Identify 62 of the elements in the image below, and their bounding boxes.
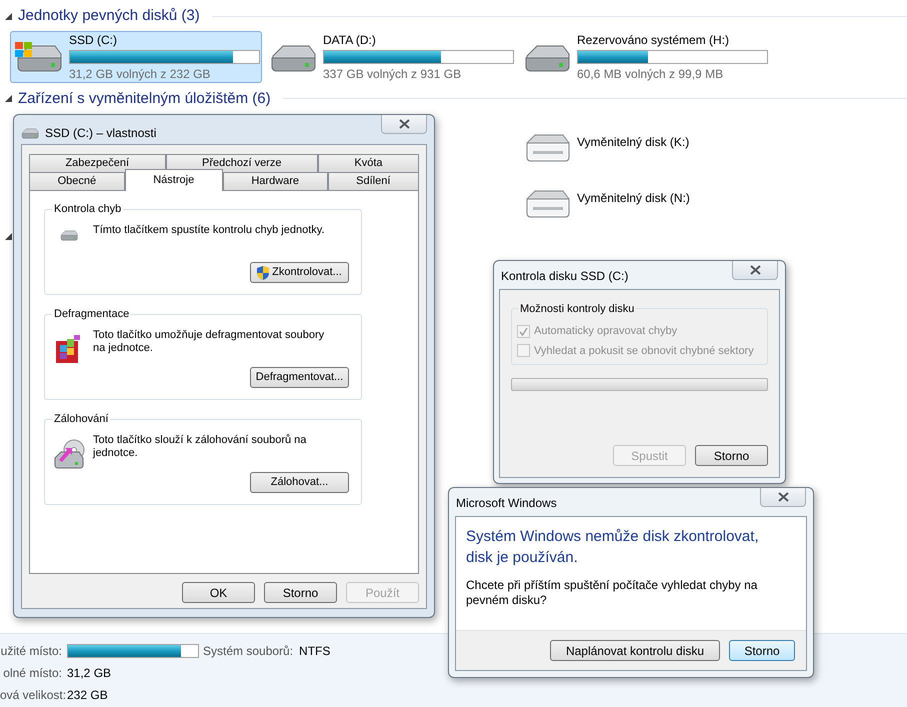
dialog-button[interactable]: OK xyxy=(182,582,255,603)
detail-label: olné místo: xyxy=(2,665,62,682)
group-title: Kontrola chyb xyxy=(52,201,124,218)
dialog-button[interactable]: Naplánovat kontrolu disku xyxy=(550,640,720,661)
action-button[interactable]: Zálohovat... xyxy=(250,472,349,493)
group-title: Defragmentace xyxy=(52,306,132,322)
window-title: Microsoft Windows xyxy=(456,495,557,512)
close-button[interactable] xyxy=(381,115,427,134)
group-description: Tímto tlačítkem spustíte kontrolu chyb jednotky. xyxy=(93,224,325,238)
group-title: Možnosti kontroly disku xyxy=(518,301,636,318)
close-icon xyxy=(750,265,760,275)
tab[interactable]: Nástroje xyxy=(124,169,223,191)
group-description: Toto tlačítko slouží k zálohování souborů na jednotce. xyxy=(93,434,308,461)
window-title: SSD (C:) – vlastnosti xyxy=(45,125,156,142)
drive-free-space: 31,2 GB volných z 232 GB xyxy=(69,66,212,82)
message-heading: Systém Windows nemůže disk zkontrolovat, disk je používán. xyxy=(466,527,760,568)
close-icon xyxy=(398,119,410,129)
detail-label: užité místo: xyxy=(0,643,62,660)
close-button[interactable] xyxy=(760,488,806,507)
detail-value: 31,2 GB xyxy=(67,665,112,682)
drive-free-space: 60,6 MB volných z 99,9 MB xyxy=(577,66,724,82)
dialog-button[interactable]: Storno xyxy=(264,582,337,603)
action-button[interactable]: Zkontrolovat... xyxy=(250,262,349,283)
dialog-button[interactable]: Storno xyxy=(695,445,768,466)
expand-triangle-icon xyxy=(5,12,12,20)
section-header[interactable]: Jednotky pevných disků (3) xyxy=(18,5,200,28)
section-header[interactable]: Zařízení s vyměnitelným úložištěm (6) xyxy=(18,88,271,110)
dialog-button[interactable]: Storno xyxy=(729,640,795,661)
drive-tile[interactable]: Vyměnitelný disk (N:) xyxy=(522,189,762,219)
system-drive-icon xyxy=(15,40,63,74)
drive-name: Vyměnitelný disk (N:) xyxy=(577,190,690,207)
tab[interactable]: Kvóta xyxy=(318,154,419,172)
tab[interactable]: Předchozí verze xyxy=(166,154,318,172)
message-text: Chcete při příštím spuštění počítače vyhledat chyby na pevném disku? xyxy=(466,578,758,608)
close-icon xyxy=(778,492,788,502)
hard-drive-icon xyxy=(60,228,78,242)
drive-name: DATA (D:) xyxy=(323,32,377,48)
drive-tile[interactable]: Vyměnitelný disk (K:) xyxy=(522,133,762,163)
group-description: Toto tlačítko umožňuje defragmentovat soubory na jednotce. xyxy=(93,329,325,356)
drive-tile[interactable]: DATA (D:) 337 GB volných z 931 GB xyxy=(264,30,516,82)
drive-tile[interactable]: Rezervováno systémem (H:) 60,6 MB volných z 99,9 MB xyxy=(518,30,770,82)
tab[interactable]: Hardware xyxy=(222,172,328,190)
detail-label: Systém souborů: xyxy=(203,643,294,660)
shield-icon xyxy=(257,266,270,280)
backup-icon xyxy=(53,438,85,470)
checkmark-icon xyxy=(519,326,528,336)
expand-triangle-icon xyxy=(5,233,12,240)
detail-value: 232 GB xyxy=(67,687,109,704)
drive-tile[interactable]: SSD (C:) 31,2 GB volných z 232 GB xyxy=(10,30,262,82)
drive-free-space: 337 GB volných z 931 GB xyxy=(323,66,462,82)
drive-name: SSD (C:) xyxy=(69,32,118,48)
drive-name: Vyměnitelný disk (K:) xyxy=(577,134,690,151)
tab[interactable]: Zabezpečení xyxy=(29,154,166,172)
detail-value: NTFS xyxy=(299,643,330,660)
tab[interactable]: Obecné xyxy=(29,172,125,190)
action-button[interactable]: Defragmentovat... xyxy=(250,367,349,388)
close-button[interactable] xyxy=(732,261,778,280)
hard-drive-icon xyxy=(21,126,39,140)
tab[interactable]: Sdílení xyxy=(328,172,419,190)
drive-name: Rezervováno systémem (H:) xyxy=(577,32,730,48)
window-title: Kontrola disku SSD (C:) xyxy=(501,268,628,285)
expand-triangle-icon xyxy=(5,95,12,102)
